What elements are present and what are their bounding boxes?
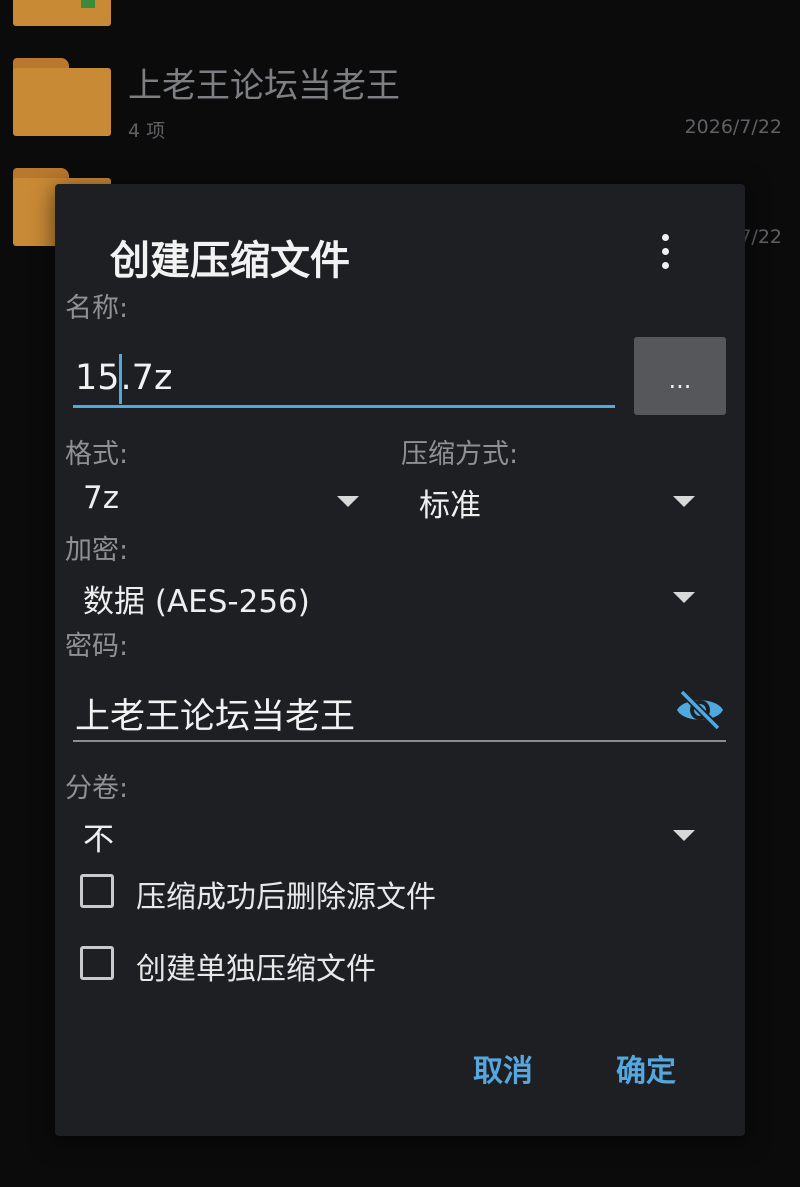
dropdown-arrow-icon — [673, 496, 695, 507]
cancel-button[interactable]: 取消 — [473, 1046, 533, 1090]
name-text-before-caret: 15 — [75, 358, 120, 398]
encryption-value: 数据 (AES-256) — [83, 584, 310, 620]
compression-select[interactable]: 标准 — [409, 474, 695, 526]
file-row[interactable]: 上老王论坛当老王 4 项 2026/7/22 — [0, 58, 800, 163]
name-label: 名称: — [65, 293, 129, 324]
split-value: 不 — [83, 822, 114, 858]
password-input[interactable]: 上老王论坛当老王 — [73, 680, 726, 742]
create-archive-dialog: 创建压缩文件 名称: 15.7z ... 格式: 7z 压缩方式: 标准 加密:… — [55, 184, 745, 1136]
split-select[interactable]: 不 — [73, 808, 695, 860]
eye-off-icon[interactable] — [674, 688, 726, 732]
file-date: 2026/7/22 — [684, 116, 782, 138]
encryption-label: 加密: — [65, 535, 129, 566]
folder-icon — [13, 0, 111, 26]
dropdown-arrow-icon — [673, 830, 695, 841]
file-date: 7/22 — [739, 226, 782, 248]
split-label: 分卷: — [65, 773, 129, 804]
file-name: 上老王论坛当老王 — [128, 66, 400, 106]
folder-icon — [13, 58, 111, 136]
checkbox-box[interactable] — [80, 946, 114, 980]
archive-name-input[interactable]: 15.7z — [73, 348, 615, 408]
file-row[interactable] — [0, 0, 800, 53]
dialog-title: 创建压缩文件 — [110, 238, 350, 284]
name-text-after-caret: .7z — [120, 358, 173, 398]
password-value: 上老王论坛当老王 — [75, 697, 356, 737]
format-label: 格式: — [65, 439, 129, 470]
format-select[interactable]: 7z — [73, 474, 359, 526]
ok-button[interactable]: 确定 — [616, 1046, 676, 1090]
encryption-select[interactable]: 数据 (AES-256) — [73, 570, 695, 622]
compression-label: 压缩方式: — [401, 439, 519, 470]
format-value: 7z — [83, 480, 119, 516]
file-item-count: 4 项 — [128, 120, 166, 142]
dropdown-arrow-icon — [673, 592, 695, 603]
browse-button[interactable]: ... — [634, 337, 726, 415]
checkbox-box[interactable] — [80, 874, 114, 908]
password-label: 密码: — [65, 631, 129, 662]
dropdown-arrow-icon — [337, 496, 359, 507]
delete-source-label: 压缩成功后删除源文件 — [136, 880, 436, 915]
compression-value: 标准 — [419, 488, 481, 524]
more-vert-icon[interactable] — [647, 230, 683, 274]
separate-archives-label: 创建单独压缩文件 — [136, 952, 376, 987]
